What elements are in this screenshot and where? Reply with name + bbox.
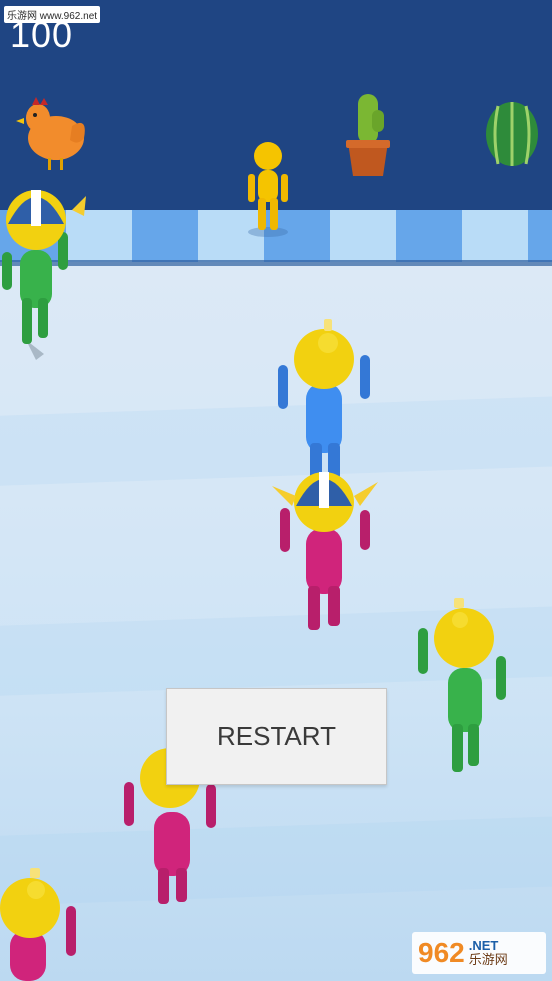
runner-pink-viking — [272, 472, 378, 630]
target-figure — [248, 142, 288, 237]
score-counter: 100 — [10, 14, 74, 55]
chicken-prize — [16, 97, 85, 170]
cactus-pot — [346, 94, 390, 176]
watermelon — [486, 102, 538, 166]
logo-text-group: .NET 乐游网 — [468, 937, 508, 968]
game-viewport: 乐游网 www.962.net 100 RESTART 962 .NET 乐游网 — [0, 0, 552, 981]
runner-pink-yellow-2 — [0, 868, 76, 981]
logo-subtitle: 乐游网 — [468, 952, 508, 967]
runner-green-viking — [2, 190, 86, 360]
runner-green-yellow — [418, 598, 506, 772]
logo-mark: 962 — [418, 937, 465, 968]
site-logo: 962 .NET 乐游网 — [412, 932, 546, 974]
restart-button[interactable]: RESTART — [166, 688, 387, 785]
logo-suffix: .NET — [468, 937, 499, 953]
